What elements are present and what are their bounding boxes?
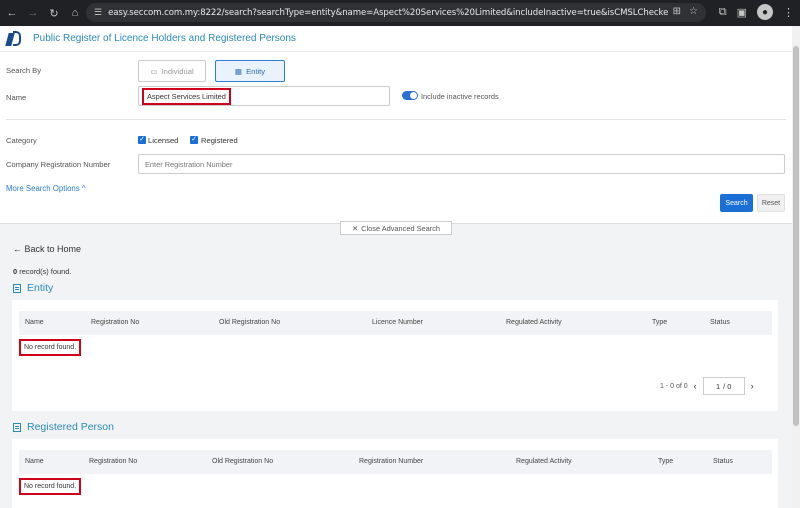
individual-button[interactable]: ▭ Individual xyxy=(138,60,206,82)
home-icon[interactable]: ⌂ xyxy=(66,4,84,22)
close-icon: ✕ xyxy=(351,223,359,233)
profile-avatar-icon[interactable]: ● xyxy=(757,4,773,20)
results-area: ✕ Close Advanced Search ← Back to Home 0… xyxy=(0,221,792,508)
bookmark-star-icon[interactable]: ☆ xyxy=(689,6,698,17)
name-label: Name xyxy=(6,93,27,102)
back-arrow-icon[interactable]: ← xyxy=(3,4,21,22)
entity-section-title: Entity xyxy=(13,282,53,294)
prev-page-icon[interactable]: ‹ xyxy=(694,381,697,391)
column-header: Status xyxy=(710,319,730,326)
url-text: easy.seccom.com.my:8222/search?searchTyp… xyxy=(108,7,669,18)
column-header: Registration Number xyxy=(359,458,424,465)
reset-button[interactable]: Reset xyxy=(757,194,785,212)
page-title: Public Register of Licence Holders and R… xyxy=(33,33,296,44)
app-header: Public Register of Licence Holders and R… xyxy=(0,26,792,52)
address-bar[interactable]: ☰ easy.seccom.com.my:8222/search?searchT… xyxy=(86,3,706,22)
id-card-icon: ▭ xyxy=(150,66,158,76)
translate-icon[interactable]: ⊞ xyxy=(673,6,681,17)
arrow-left-icon: ← xyxy=(13,244,22,254)
search-form: Search By ▭ Individual ▦ Entity Name Asp… xyxy=(0,53,792,223)
pagination-range: 1 - 0 of 0 xyxy=(660,382,688,390)
column-header: Name xyxy=(25,458,44,465)
divider xyxy=(6,119,786,120)
document-icon xyxy=(13,422,21,432)
registered-person-section-title: Registered Person xyxy=(13,421,114,433)
entity-results-card: Name Registration No Old Registration No… xyxy=(12,300,778,411)
include-inactive-label: Include inactive records xyxy=(421,92,499,101)
site-info-icon[interactable]: ☰ xyxy=(94,7,102,18)
extensions-icon[interactable]: ⧉ xyxy=(719,6,727,19)
column-header: Licence Number xyxy=(372,319,423,326)
close-advanced-search-button[interactable]: ✕ Close Advanced Search xyxy=(340,221,452,235)
name-input[interactable]: Aspect Services Limited xyxy=(138,86,390,106)
column-header: Status xyxy=(713,458,733,465)
column-header: Regulated Activity xyxy=(506,319,562,326)
entity-table-header: Name Registration No Old Registration No… xyxy=(19,311,772,335)
column-header: Name xyxy=(25,319,44,326)
side-panel-icon[interactable]: ▣ xyxy=(737,6,747,19)
browser-toolbar: ← → ↻ ⌂ ☰ easy.seccom.com.my:8222/search… xyxy=(0,0,800,26)
licensed-label: Licensed xyxy=(148,136,179,145)
record-count: 0 record(s) found. xyxy=(13,267,72,276)
page-scrollbar[interactable] xyxy=(792,26,800,508)
column-header: Registration No xyxy=(89,458,138,465)
forward-arrow-icon[interactable]: → xyxy=(24,4,42,22)
search-button[interactable]: Search xyxy=(720,194,753,212)
column-header: Type xyxy=(652,319,668,326)
column-header: Regulated Activity xyxy=(516,458,572,465)
back-to-home-link[interactable]: ← Back to Home xyxy=(13,244,81,254)
registered-checkbox[interactable]: ✓ xyxy=(190,136,198,144)
registered-person-results-card: Name Registration No Old Registration No… xyxy=(12,439,778,508)
no-record-message: No record found. xyxy=(19,478,82,495)
document-icon xyxy=(13,283,21,293)
include-inactive-toggle[interactable] xyxy=(402,91,418,100)
search-by-label: Search By xyxy=(6,66,42,75)
column-header: Type xyxy=(658,458,674,465)
page-number-input[interactable]: 1 / 0 xyxy=(702,377,745,395)
entity-button[interactable]: ▦ Entity xyxy=(215,60,285,82)
company-reg-label: Company Registration Number xyxy=(6,160,111,169)
column-header: Registration No xyxy=(91,319,140,326)
registered-label: Registered xyxy=(201,136,238,145)
more-search-options-link[interactable]: More Search Options ^ xyxy=(6,184,86,193)
building-icon: ▦ xyxy=(234,66,243,76)
licensed-checkbox[interactable]: ✓ xyxy=(138,136,146,144)
sc-logo-icon xyxy=(5,30,23,47)
column-header: Old Registration No xyxy=(212,458,274,465)
reload-icon[interactable]: ↻ xyxy=(45,4,63,22)
company-reg-input[interactable]: Enter Registration Number xyxy=(138,154,785,174)
registered-person-table-header: Name Registration No Old Registration No… xyxy=(19,450,772,474)
category-label: Category xyxy=(6,136,37,145)
no-record-message: No record found. xyxy=(19,339,82,356)
menu-kebab-icon[interactable]: ⋮ xyxy=(783,6,794,19)
name-value: Aspect Services Limited xyxy=(142,88,231,105)
next-page-icon[interactable]: › xyxy=(751,381,754,391)
pagination: 1 - 0 of 0 ‹ 1 / 0 › xyxy=(660,377,754,395)
scrollbar-thumb[interactable] xyxy=(793,46,799,426)
column-header: Old Registration No xyxy=(219,319,281,326)
